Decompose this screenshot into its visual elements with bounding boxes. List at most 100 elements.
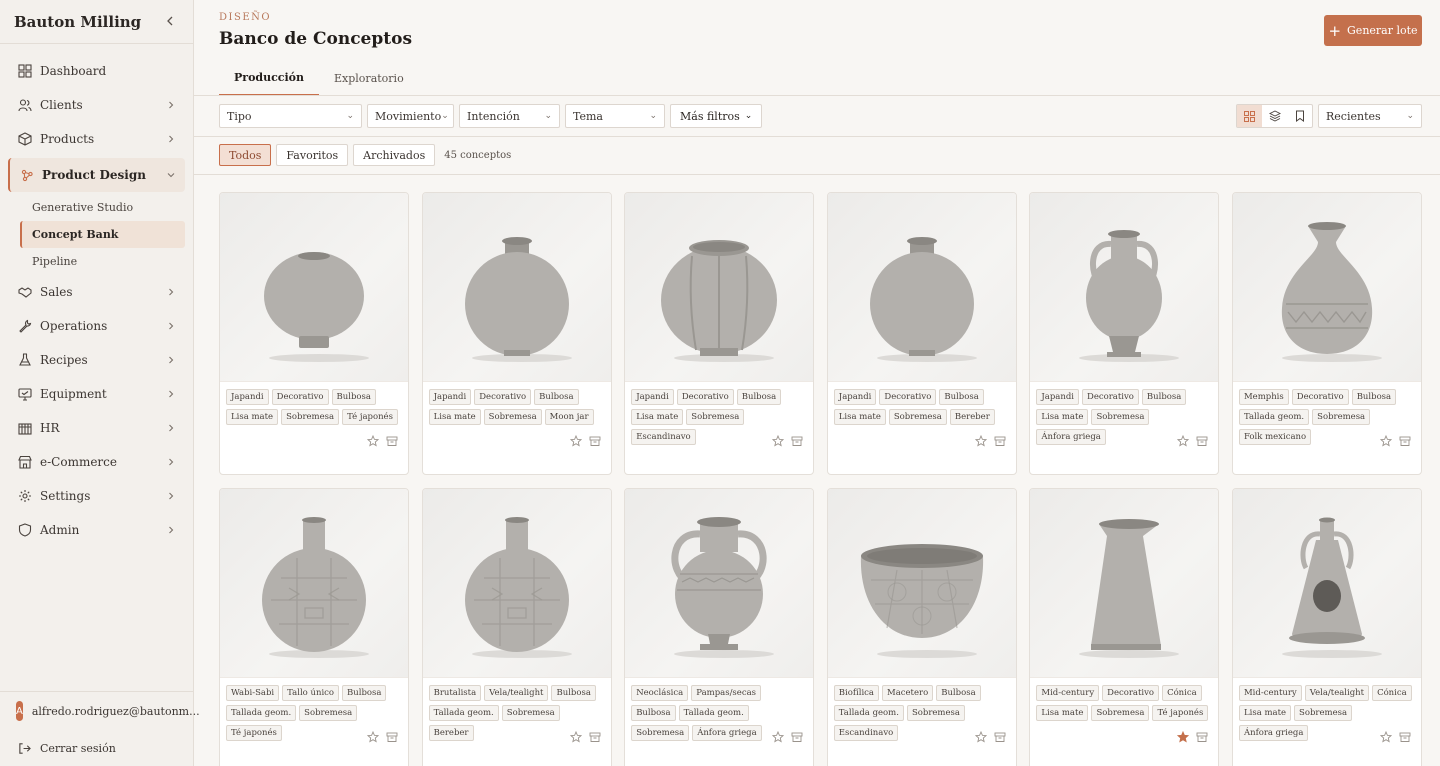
sidebar-item-equipment[interactable]: Equipment [0, 377, 193, 411]
concept-card[interactable]: Japandi Decorativo Bulbosa Lisa mate Sobreme… [624, 192, 815, 475]
sidebar: Bauton Milling Dashboard Clients Products P… [0, 0, 200, 766]
sidebar-item-admin[interactable]: Admin [0, 513, 193, 547]
tipo-select[interactable]: Tipo ⌄ [219, 104, 362, 128]
archive-icon[interactable] [386, 731, 398, 743]
sidebar-subitem-pipeline[interactable]: Pipeline [0, 248, 193, 275]
segment-todos[interactable]: Todos [219, 144, 272, 166]
concept-tags: Japandi Decorativo Bulbosa Lisa mate Sobreme… [828, 382, 1016, 425]
user-account[interactable]: A alfredo.rodriguez@bautonm... [0, 692, 200, 730]
concept-card[interactable]: Japandi Decorativo Bulbosa Lisa mate Sobreme… [1029, 192, 1220, 475]
concept-card[interactable]: Mid-century Vela/tealight Cónica Lisa mate S… [1231, 488, 1422, 766]
sidebar-item-product-design[interactable]: Product Design [8, 158, 185, 192]
logout-button[interactable]: Cerrar sesión [0, 730, 193, 766]
concept-card[interactable]: Wabi-Sabi Tallo único Bulbosa Tallada geom.… [219, 488, 409, 766]
archive-icon[interactable] [1196, 731, 1208, 743]
star-icon[interactable] [772, 435, 785, 447]
star-icon[interactable] [367, 435, 379, 447]
tab-produccion[interactable]: Producción [219, 60, 320, 96]
concept-image[interactable] [220, 489, 408, 678]
star-icon[interactable] [1379, 731, 1392, 743]
archive-icon[interactable] [1399, 435, 1411, 447]
concept-image[interactable] [1232, 193, 1421, 382]
concept-image[interactable] [1030, 489, 1219, 678]
archive-icon[interactable] [1399, 731, 1411, 743]
concept-tag: Decorativo [879, 389, 937, 405]
archive-icon[interactable] [589, 435, 601, 447]
concept-card[interactable]: Japandi Decorativo Bulbosa Lisa mate Sobreme… [826, 192, 1017, 475]
concept-card[interactable]: Japandi Decorativo Bulbosa Lisa mate Sobreme… [219, 192, 409, 475]
tema-select[interactable]: Tema ⌄ [565, 104, 665, 128]
archive-icon[interactable] [589, 731, 601, 743]
sidebar-item-label: Dashboard [40, 64, 107, 78]
archive-icon[interactable] [1196, 435, 1208, 447]
layers-view-button[interactable] [1262, 105, 1287, 127]
chevron-right-icon [167, 353, 175, 367]
sidebar-item-operations[interactable]: Operations [0, 309, 193, 343]
concept-card[interactable]: Neoclásica Pampas/secas Bulbosa Tallada geo… [624, 488, 815, 766]
chevron-down-icon: ⌄ [441, 111, 449, 121]
segment-archivados[interactable]: Archivados [353, 144, 436, 166]
star-icon[interactable] [1177, 435, 1190, 447]
card-actions [772, 435, 803, 447]
archive-icon[interactable] [994, 435, 1006, 447]
star-icon[interactable] [367, 731, 379, 743]
archive-icon[interactable] [994, 731, 1006, 743]
star-icon[interactable] [772, 731, 785, 743]
concept-card[interactable]: Japandi Decorativo Bulbosa Lisa mate Sobreme… [421, 192, 612, 475]
concept-image[interactable] [827, 489, 1016, 678]
concept-image[interactable] [1232, 489, 1421, 678]
tab-exploratorio[interactable]: Exploratorio [319, 60, 419, 96]
intencion-select[interactable]: Intención ⌄ [459, 104, 560, 128]
concept-image[interactable] [220, 193, 408, 382]
concept-tags: Japandi Decorativo Bulbosa Lisa mate Sobreme… [220, 382, 408, 425]
movimiento-select[interactable]: Movimiento ⌄ [367, 104, 454, 128]
bookmark-icon [1295, 110, 1304, 122]
concept-card[interactable]: Mid-century Decorativo Cónica Lisa mate Sobr… [1029, 488, 1220, 766]
concept-card[interactable]: Biofílica Macetero Bulbosa Tallada geom. Sob… [826, 488, 1017, 766]
segment-favoritos[interactable]: Favoritos [276, 144, 349, 166]
sidebar-item-sales[interactable]: Sales [0, 275, 193, 309]
concept-card[interactable]: Brutalista Vela/tealight Bulbosa Tallada ge… [421, 488, 612, 766]
concept-image[interactable] [422, 489, 611, 678]
star-icon[interactable] [569, 435, 582, 447]
archive-icon[interactable] [386, 435, 398, 447]
tipo-select-value: Tipo [227, 109, 252, 123]
concept-image[interactable] [1030, 193, 1219, 382]
star-icon[interactable] [1379, 435, 1392, 447]
concept-tag: Decorativo [1291, 389, 1349, 405]
sidebar-item-label: Settings [40, 489, 91, 503]
sidebar-item-products[interactable]: Products [0, 122, 193, 156]
sidebar-item-clients[interactable]: Clients [0, 88, 193, 122]
concept-image[interactable] [422, 193, 611, 382]
more-filters-button[interactable]: Más filtros ⌄ [670, 104, 763, 128]
star-icon[interactable] [974, 731, 987, 743]
sidebar-item-dashboard[interactable]: Dashboard [0, 54, 193, 88]
sidebar-item-e-commerce[interactable]: e-Commerce [0, 445, 193, 479]
star-icon[interactable] [569, 731, 582, 743]
concept-tag: Sobremesa [888, 409, 947, 425]
sidebar-subitem-generative-studio[interactable]: Generative Studio [0, 194, 193, 221]
bookmark-view-button[interactable] [1287, 105, 1312, 127]
concept-card[interactable]: Memphis Decorativo Bulbosa Tallada geom. Sob… [1231, 192, 1422, 475]
concept-tag: Macetero [882, 685, 934, 701]
sort-select[interactable]: Recientes ⌄ [1318, 104, 1422, 128]
concept-tag: Vela/tealight [1304, 685, 1370, 701]
star-icon[interactable] [974, 435, 987, 447]
sidebar-subitem-concept-bank[interactable]: Concept Bank [20, 221, 185, 248]
concept-image[interactable] [625, 489, 814, 678]
sidebar-item-settings[interactable]: Settings [0, 479, 193, 513]
vase-illustration [464, 237, 572, 362]
generate-batch-button[interactable]: + Generar lote [1324, 15, 1422, 46]
sidebar-item-recipes[interactable]: Recipes [0, 343, 193, 377]
shield-icon [18, 523, 40, 537]
grid-view-button[interactable] [1237, 105, 1262, 127]
concept-image[interactable] [827, 193, 1016, 382]
concept-tag: Cónica [1372, 685, 1412, 701]
vase-illustration [1281, 222, 1382, 362]
concept-image[interactable] [625, 193, 814, 382]
collapse-sidebar-icon[interactable] [165, 14, 175, 30]
archive-icon[interactable] [791, 435, 803, 447]
star-filled-icon[interactable] [1177, 731, 1190, 743]
sidebar-item-hr[interactable]: HR [0, 411, 193, 445]
archive-icon[interactable] [791, 731, 803, 743]
